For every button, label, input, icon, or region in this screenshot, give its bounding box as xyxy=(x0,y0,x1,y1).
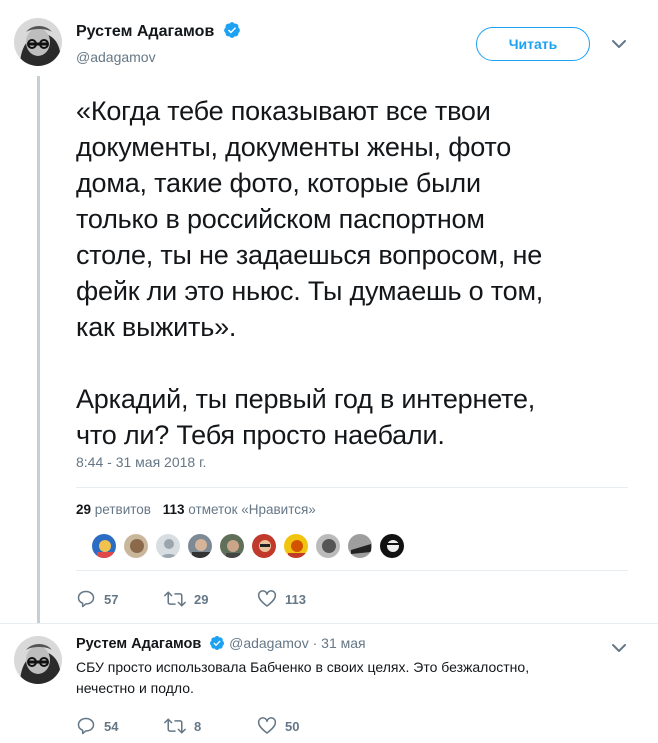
tweet-paragraph-comment: Аркадий, ты первый год в интернете, что … xyxy=(76,384,536,450)
liker-avatar[interactable] xyxy=(283,533,309,559)
tweet-body: «Когда тебе показывают все твои документ… xyxy=(76,93,636,453)
liker-avatar[interactable] xyxy=(91,533,117,559)
verified-badge-icon xyxy=(209,635,225,654)
engagement-stats: 29 ретвитов 113 отметок «Нравится» xyxy=(76,502,316,517)
like-count: 113 xyxy=(285,591,306,607)
heart-icon xyxy=(257,717,277,734)
retweet-icon xyxy=(164,718,186,734)
liker-avatar[interactable] xyxy=(251,533,277,559)
author-name-row[interactable]: Рустем Адагамов xyxy=(76,21,241,44)
chevron-down-icon[interactable] xyxy=(611,37,627,55)
likers-avatars xyxy=(91,533,411,559)
retweets-stat[interactable]: 29 ретвитов xyxy=(76,502,151,517)
reply-button[interactable]: 57 xyxy=(76,589,164,609)
retweets-count: 29 xyxy=(76,502,92,517)
follow-button[interactable]: Читать xyxy=(476,27,590,61)
liker-avatar[interactable] xyxy=(187,533,213,559)
liker-avatar[interactable] xyxy=(315,533,341,559)
reply-author-name[interactable]: Рустем Адагамов xyxy=(76,636,201,652)
retweet-icon xyxy=(164,591,186,607)
reply-icon xyxy=(77,590,95,608)
reply-header: Рустем Адагамов @adagamov · 31 мая xyxy=(76,635,366,654)
reply-icon xyxy=(77,717,95,735)
divider xyxy=(76,487,628,488)
like-button[interactable]: 50 xyxy=(257,716,299,736)
reply-author-handle[interactable]: @adagamov xyxy=(229,635,309,651)
author-handle[interactable]: @adagamov xyxy=(76,49,156,65)
reply-actions: 54 8 50 xyxy=(76,716,299,736)
like-count: 50 xyxy=(285,718,300,734)
retweets-label: ретвитов xyxy=(94,502,151,517)
likes-stat[interactable]: 113 отметок «Нравится» xyxy=(163,502,316,517)
liker-avatar[interactable] xyxy=(123,533,149,559)
likes-count: 113 xyxy=(162,502,185,517)
divider xyxy=(0,623,658,624)
likes-label: отметок «Нравится» xyxy=(188,502,316,517)
reply-date[interactable]: 31 мая xyxy=(321,635,365,651)
reply-count: 57 xyxy=(104,591,119,607)
thread-connector-line xyxy=(37,76,40,624)
retweet-button[interactable]: 8 xyxy=(164,716,257,736)
heart-icon xyxy=(257,590,277,607)
reply-author-avatar[interactable] xyxy=(14,636,62,684)
liker-avatar[interactable] xyxy=(155,533,181,559)
author-avatar[interactable] xyxy=(14,18,62,66)
tweet-actions: 57 29 113 xyxy=(76,589,306,609)
verified-badge-icon xyxy=(223,21,241,44)
retweet-count: 29 xyxy=(194,591,209,607)
liker-avatar[interactable] xyxy=(379,533,405,559)
reply-body: СБУ просто использовала Бабченко в своих… xyxy=(76,659,530,696)
separator-dot: · xyxy=(312,635,318,651)
retweet-count: 8 xyxy=(194,718,202,734)
liker-avatar[interactable] xyxy=(347,533,373,559)
retweet-button[interactable]: 29 xyxy=(164,589,257,609)
reply-button[interactable]: 54 xyxy=(76,716,164,736)
like-button[interactable]: 113 xyxy=(257,589,306,609)
tweet-timestamp[interactable]: 8:44 - 31 мая 2018 г. xyxy=(76,454,206,470)
divider xyxy=(76,570,628,571)
reply-count: 54 xyxy=(104,718,119,734)
liker-avatar[interactable] xyxy=(219,533,245,559)
author-name[interactable]: Рустем Адагамов xyxy=(76,23,214,40)
tweet-paragraph-quote: «Когда тебе показывают все твои документ… xyxy=(76,96,544,342)
